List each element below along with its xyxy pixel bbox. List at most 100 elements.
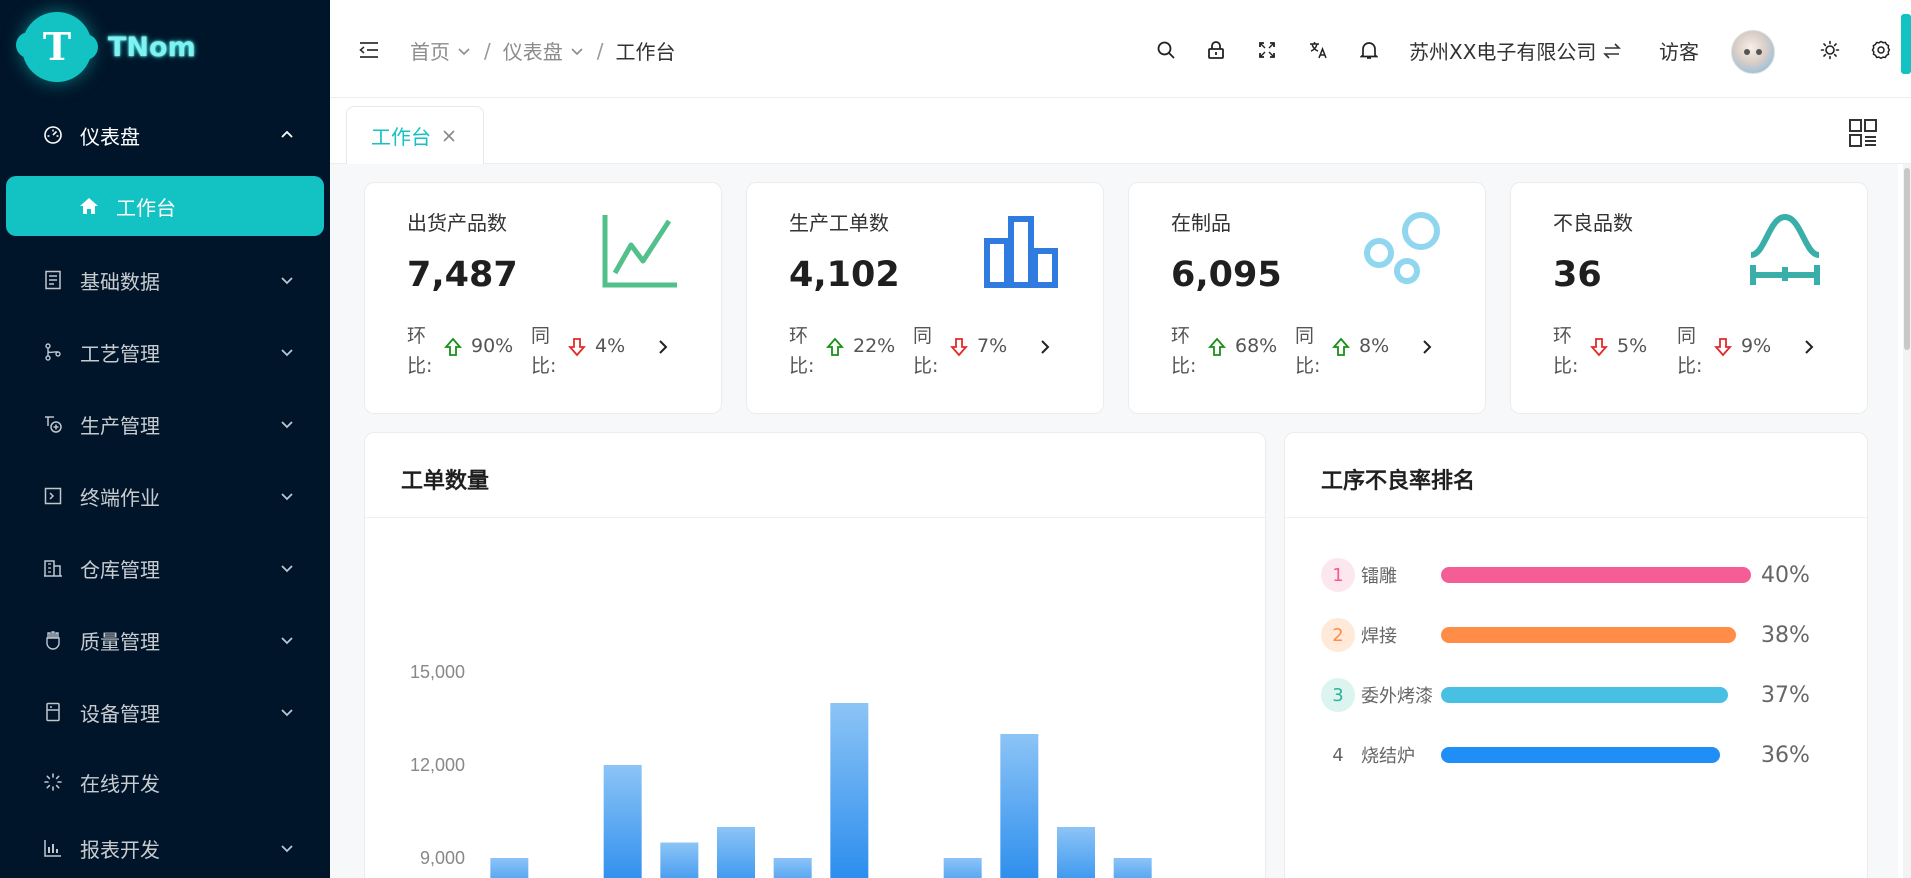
sidebar: T TNom 仪表盘 工作台 基础数据 工艺管理 生产管理 终端作业 仓库管理 …	[0, 0, 330, 878]
production-icon	[42, 413, 64, 435]
ranking-row: 1 镭雕 40%	[1321, 555, 1821, 595]
yoy-label: 同比:	[913, 325, 939, 377]
chevron-down-icon	[571, 47, 583, 55]
sidebar-item-quality[interactable]: 质量管理	[0, 610, 330, 670]
chevron-down-icon	[278, 839, 296, 857]
report-icon	[42, 837, 64, 859]
sidebar-item-terminal[interactable]: 终端作业	[0, 466, 330, 526]
stat-compare: 环比: 22% 同比: 7%	[789, 321, 1053, 381]
scrollbar-thumb[interactable]	[1904, 168, 1910, 350]
chart-bar[interactable]	[1057, 827, 1095, 878]
mom-group: 环比: 22%	[789, 321, 901, 381]
yoy-value: 7%	[977, 335, 1008, 357]
dashboard-icon	[42, 124, 64, 146]
arrow-down-icon	[1714, 338, 1732, 357]
lock-icon[interactable]	[1204, 38, 1228, 62]
breadcrumb: 首页 / 仪表盘 / 工作台	[410, 36, 676, 65]
chevron-down-icon	[278, 487, 296, 505]
sidebar-item-report-dev[interactable]: 报表开发	[0, 818, 330, 878]
rank-percent: 36%	[1761, 742, 1810, 768]
chevron-down-icon	[278, 703, 296, 721]
breadcrumb-separator: /	[596, 38, 604, 63]
stat-title: 出货产品数	[407, 211, 507, 235]
stat-compare: 环比: 90% 同比: 4%	[407, 321, 671, 381]
work-order-panel: 工单数量 15,000 12,000 9,000	[364, 432, 1266, 878]
chart-bar[interactable]	[830, 703, 869, 878]
chevron-right-icon[interactable]	[655, 339, 671, 355]
yoy-label: 同比:	[1677, 325, 1703, 377]
breadcrumb-separator: /	[484, 38, 491, 63]
y-tick-label: 15,000	[410, 662, 465, 682]
yoy-value: 9%	[1741, 335, 1772, 357]
translate-icon[interactable]	[1306, 38, 1330, 62]
stat-compare: 环比: 68% 同比: 8%	[1171, 321, 1435, 381]
breadcrumb-dashboard[interactable]: 仪表盘	[503, 36, 585, 65]
logo-letter: T	[42, 24, 72, 69]
sidebar-item-warehouse[interactable]: 仓库管理	[0, 538, 330, 598]
sidebar-item-online-dev[interactable]: 在线开发	[0, 752, 330, 812]
chevron-right-icon[interactable]	[1801, 339, 1817, 355]
stat-value: 4,102	[789, 255, 900, 295]
rank-badge: 2	[1321, 618, 1355, 652]
arrow-down-icon	[950, 338, 968, 357]
arrow-up-icon	[444, 337, 462, 356]
sidebar-item-basic-data[interactable]: 基础数据	[0, 250, 330, 310]
arrow-down-icon	[1590, 338, 1608, 357]
sidebar-subitem-label: 工作台	[116, 195, 176, 220]
logo-mark: T	[16, 12, 98, 82]
rank-name: 镭雕	[1361, 566, 1397, 587]
logo-text: TNom	[108, 31, 196, 63]
sidebar-item-dashboard[interactable]: 仪表盘	[0, 105, 330, 165]
app-logo[interactable]: T TNom	[16, 12, 196, 82]
stat-card: 不良品数 36 环比: 5% 同比: 9%	[1510, 182, 1868, 414]
chevron-down-icon	[278, 631, 296, 649]
bell-icon[interactable]	[1357, 38, 1381, 62]
search-icon[interactable]	[1154, 38, 1178, 62]
chevron-right-icon[interactable]	[1419, 339, 1435, 355]
yoy-value: 8%	[1359, 335, 1390, 357]
chart-bar[interactable]	[660, 842, 699, 878]
process-icon	[42, 341, 64, 363]
user-name[interactable]: 访客	[1659, 36, 1699, 65]
tabs-menu-icon[interactable]	[1848, 118, 1878, 148]
rank-badge: 3	[1321, 678, 1355, 712]
rank-percent: 37%	[1761, 682, 1810, 708]
chart-bar[interactable]	[717, 827, 755, 878]
rank-bar	[1441, 627, 1736, 643]
theme-sun-icon[interactable]	[1818, 38, 1842, 62]
rank-percent: 38%	[1761, 622, 1810, 648]
sidebar-subitem-workbench[interactable]: 工作台	[6, 176, 324, 236]
avatar[interactable]	[1731, 30, 1775, 74]
sidebar-item-production[interactable]: 生产管理	[0, 394, 330, 454]
gear-icon[interactable]	[1869, 38, 1893, 62]
sidebar-item-device[interactable]: 设备管理	[0, 682, 330, 742]
rank-bar	[1441, 567, 1751, 583]
yoy-label: 同比:	[531, 325, 557, 377]
ranking-row: 3 委外烤漆 37%	[1321, 675, 1821, 715]
company-switcher[interactable]: 苏州XX电子有限公司	[1409, 36, 1622, 65]
chart-bar[interactable]	[1113, 858, 1152, 878]
breadcrumb-home[interactable]: 首页	[410, 36, 472, 65]
chart-bar[interactable]	[490, 858, 529, 878]
terminal-icon	[42, 485, 64, 507]
quality-icon	[42, 629, 64, 651]
sidebar-item-label: 工艺管理	[80, 341, 160, 366]
chart-bar[interactable]	[943, 858, 982, 878]
tab-label: 工作台	[371, 125, 431, 149]
scrollbar[interactable]	[1903, 164, 1911, 878]
y-tick-label: 12,000	[410, 755, 465, 775]
chart-bar[interactable]	[773, 858, 812, 878]
chart-bar[interactable]	[1000, 734, 1039, 878]
chart-bar[interactable]	[603, 765, 642, 878]
yoy-group: 同比: 8%	[1295, 321, 1407, 381]
stat-value: 36	[1553, 255, 1602, 295]
chevron-right-icon[interactable]	[1037, 339, 1053, 355]
panel-title: 工序不良率排名	[1321, 469, 1476, 494]
tab-workbench[interactable]: 工作台	[346, 106, 484, 164]
menu-fold-icon[interactable]	[358, 40, 380, 62]
y-tick-label: 9,000	[420, 848, 465, 868]
bubbles-icon	[1363, 211, 1443, 291]
fullscreen-icon[interactable]	[1255, 38, 1279, 62]
sidebar-item-process[interactable]: 工艺管理	[0, 322, 330, 382]
close-icon[interactable]	[441, 128, 457, 144]
